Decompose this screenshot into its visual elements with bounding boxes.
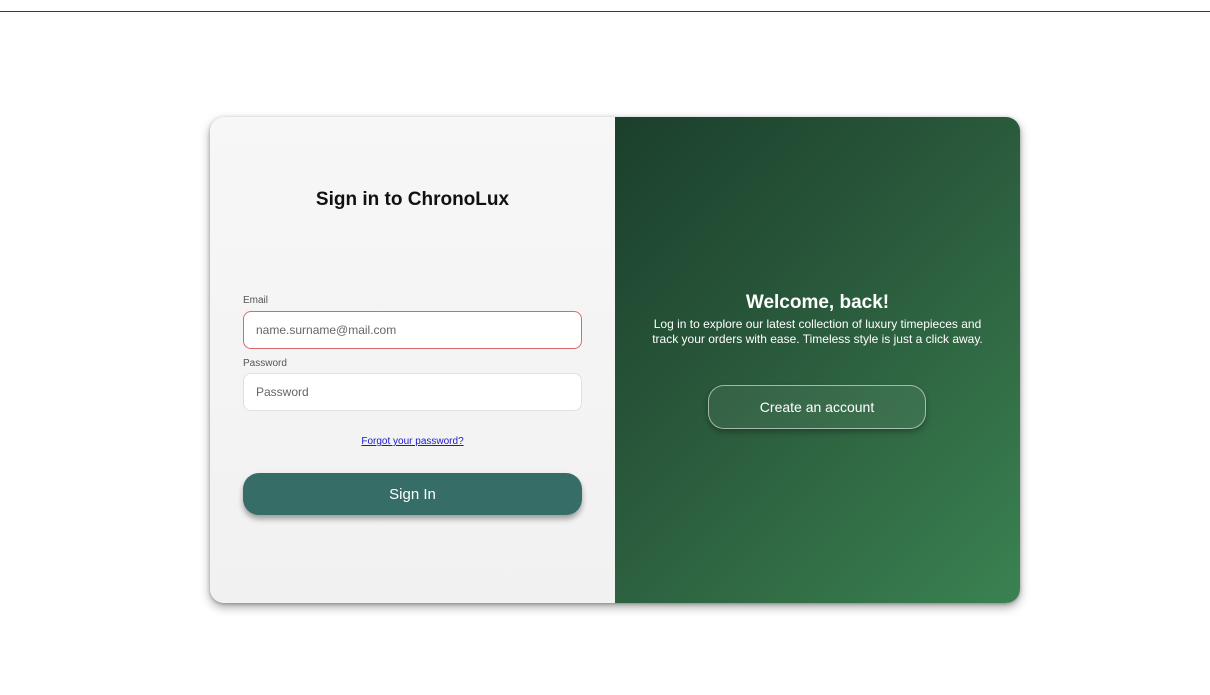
email-input[interactable] [243, 311, 582, 349]
password-label: Password [243, 358, 287, 369]
password-input[interactable] [243, 373, 582, 411]
email-label: Email [243, 295, 269, 306]
create-account-button[interactable]: Create an account [708, 385, 926, 429]
signin-panel: Sign in to ChronoLux Email Password Forg… [210, 117, 615, 603]
welcome-panel: Welcome, back! Log in to explore our lat… [615, 117, 1020, 603]
welcome-title: Welcome, back! [745, 292, 890, 313]
top-divider [0, 11, 1210, 12]
signin-title: Sign in to ChronoLux [315, 189, 510, 210]
sign-in-button[interactable]: Sign In [243, 473, 582, 515]
forgot-password-link[interactable]: Forgot your password? [210, 436, 615, 447]
auth-card: Sign in to ChronoLux Email Password Forg… [210, 117, 1020, 603]
welcome-text: Log in to explore our latest collection … [652, 317, 983, 346]
